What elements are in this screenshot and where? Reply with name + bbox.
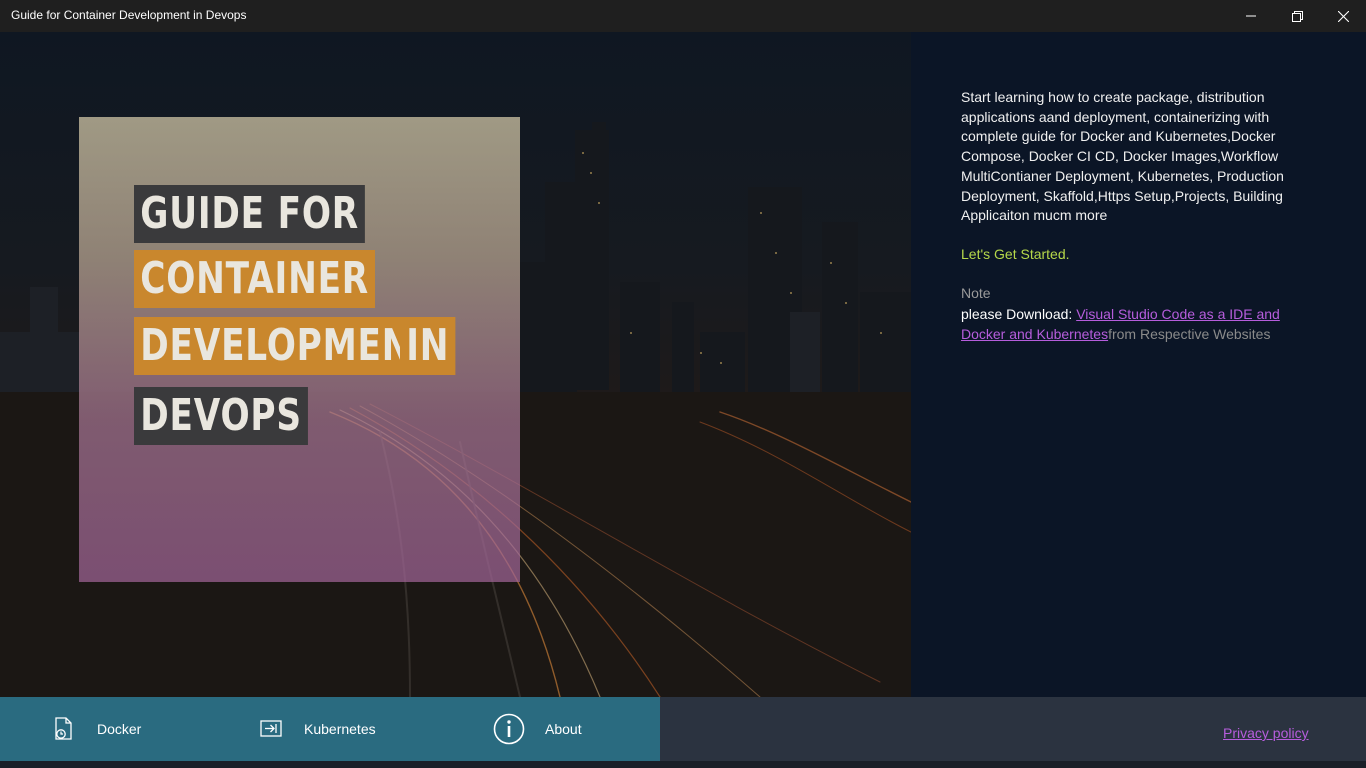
note-prefix: please Download:	[961, 306, 1077, 322]
enter-arrow-icon	[260, 717, 284, 741]
close-button[interactable]	[1320, 0, 1366, 32]
book-cover-image: GUIDE FOR CONTAINER DEVELOPMENT IN DEVOP…	[79, 117, 520, 582]
cover-title-line: DEVOPS	[134, 387, 309, 445]
nav-item-label: Docker	[97, 721, 142, 737]
close-icon	[1337, 10, 1349, 22]
nav-item-kubernetes[interactable]: Kubernetes	[260, 697, 376, 761]
bottom-strip	[0, 761, 1366, 768]
description-panel: Start learning how to create package, di…	[911, 32, 1366, 697]
restore-icon	[1291, 10, 1303, 22]
window-title: Guide for Container Development in Devop…	[11, 8, 247, 22]
note-suffix: from Respective Websites	[1108, 325, 1271, 342]
cover-title-line: GUIDE FOR	[134, 185, 366, 243]
nav-item-label: Kubernetes	[304, 721, 376, 737]
docker-file-icon	[52, 717, 76, 741]
cover-title-line: IN	[400, 317, 456, 375]
info-icon	[492, 712, 526, 746]
note-label: Note	[961, 285, 991, 301]
bottom-app-bar: Docker Kubernetes About Privacy policy	[0, 697, 1366, 761]
nav-panel: Docker Kubernetes About	[0, 697, 660, 761]
description-text: Start learning how to create package, di…	[961, 89, 1284, 224]
note-text: please Download: Visual Studio Code as a…	[961, 305, 1321, 344]
cover-title-line: DEVELOPMENT	[134, 317, 442, 375]
nav-item-docker[interactable]: Docker	[52, 697, 141, 761]
minimize-icon	[1246, 15, 1256, 17]
nav-item-label: About	[545, 721, 582, 737]
restore-button[interactable]	[1274, 0, 1320, 32]
get-started-text: Let's Get Started.	[961, 246, 1070, 262]
hero-background-image: GUIDE FOR CONTAINER DEVELOPMENT IN DEVOP…	[0, 32, 911, 697]
minimize-button[interactable]	[1228, 0, 1274, 32]
nav-item-about[interactable]: About	[492, 697, 582, 761]
cover-title-line: CONTAINER	[134, 250, 376, 308]
title-bar: Guide for Container Development in Devop…	[0, 0, 1366, 32]
privacy-policy-link[interactable]: Privacy policy	[1223, 725, 1309, 741]
